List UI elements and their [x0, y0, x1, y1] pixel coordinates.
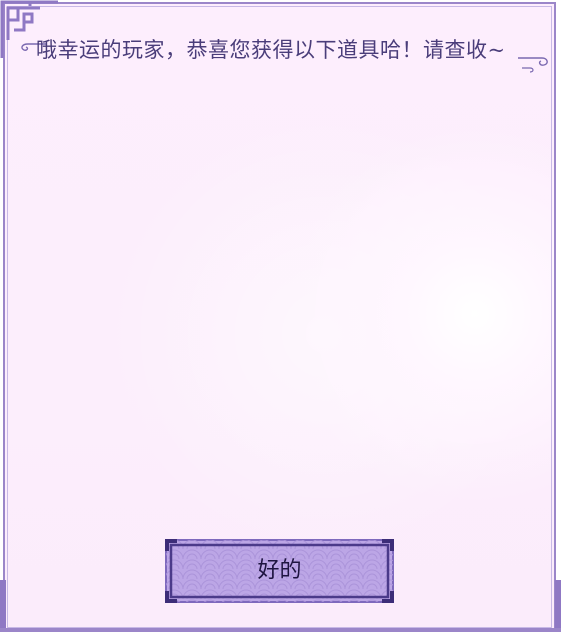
reward-dialog: 哦幸运的玩家，恭喜您获得以下道具哈！请查收~ 好的: [0, 0, 561, 636]
cloud-curl-ornament-icon: [518, 57, 548, 73]
dialog-panel: [3, 2, 556, 632]
reward-message: 哦幸运的玩家，恭喜您获得以下道具哈！请查收~: [36, 38, 506, 62]
bottom-border-line: [0, 628, 561, 632]
left-bottom-border-ornament: [0, 580, 6, 632]
right-bottom-border-ornament: [555, 580, 561, 632]
confirm-button-label: 好的: [257, 558, 302, 583]
confirm-button[interactable]: 好的: [165, 539, 394, 603]
